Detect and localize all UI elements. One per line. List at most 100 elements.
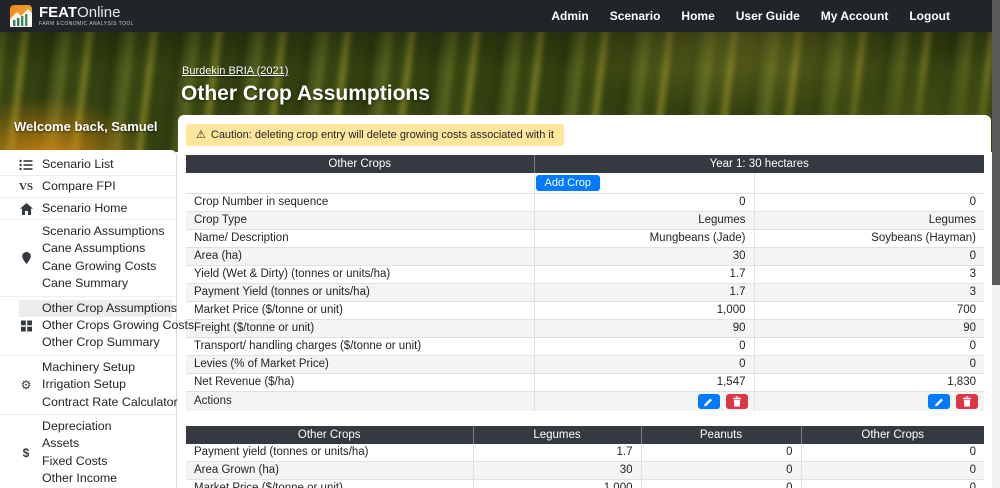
row-value: 700 xyxy=(754,302,984,320)
summary-header-other-crops: Other Crops xyxy=(186,426,473,444)
sidebar-item-depreciation[interactable]: Depreciation xyxy=(0,418,176,435)
app-logo[interactable]: FEATOnline FARM ECONOMIC ANALYSIS TOOL xyxy=(10,5,134,27)
table-row: Crop Number in sequence00 xyxy=(186,194,984,212)
row-label: Transport/ handling charges ($/tonne or … xyxy=(186,338,534,356)
row-label: Area (ha) xyxy=(186,248,534,266)
row-value: 0 xyxy=(534,338,754,356)
warning-icon: ⚠ xyxy=(196,129,206,141)
brand-title-light: Online xyxy=(77,4,120,21)
grid-icon xyxy=(17,320,35,331)
edit-crop-button[interactable] xyxy=(698,394,720,409)
breadcrumb[interactable]: Burdekin BRIA (2021) xyxy=(182,65,288,77)
row-value: 0 xyxy=(641,462,801,480)
row-value: 0 xyxy=(534,356,754,374)
trash-icon xyxy=(962,396,972,407)
row-label: Payment Yield (tonnes or units/ha) xyxy=(186,284,534,302)
table-row: Net Revenue ($/ha)1,5471,830 xyxy=(186,374,984,392)
add-crop-button[interactable]: Add Crop xyxy=(536,175,600,191)
nav-scenario[interactable]: Scenario xyxy=(610,9,661,23)
vertical-scrollbar xyxy=(992,0,1000,488)
trash-icon xyxy=(732,396,742,407)
sidebar-group-cane: Scenario Assumptions Cane Assumptions Ca… xyxy=(0,220,176,297)
sidebar: Scenario List VS Compare FPI Scenario Ho… xyxy=(0,150,177,488)
row-value: 1,000 xyxy=(473,480,641,488)
row-value: 0 xyxy=(641,444,801,462)
row-value: 30 xyxy=(534,248,754,266)
nav-user-guide[interactable]: User Guide xyxy=(736,9,800,23)
brand-title-bold: FEAT xyxy=(39,4,77,21)
row-value: 1,547 xyxy=(534,374,754,392)
sidebar-group-setup: ⚙ Machinery Setup Irrigation Setup Contr… xyxy=(0,356,176,415)
page-title: Other Crop Assumptions xyxy=(181,82,430,106)
add-crop-row: Add Crop xyxy=(186,173,984,194)
gear-icon: ⚙ xyxy=(17,379,35,391)
sidebar-item-scenario-home[interactable]: Scenario Home xyxy=(0,198,176,220)
row-value: 0 xyxy=(641,480,801,488)
row-value: 0 xyxy=(801,444,984,462)
table-row: Area Grown (ha)3000 xyxy=(186,462,984,480)
row-label: Name/ Description xyxy=(186,230,534,248)
row-value: 1.7 xyxy=(473,444,641,462)
table-row: Area (ha)300 xyxy=(186,248,984,266)
column-header-year1: Year 1: 30 hectares xyxy=(534,155,984,173)
row-label: Actions xyxy=(186,392,534,412)
table-row: Name/ DescriptionMungbeans (Jade)Soybean… xyxy=(186,230,984,248)
sidebar-item-cane-summary[interactable]: Cane Summary xyxy=(0,275,176,292)
sidebar-item-other-crop-assumptions[interactable]: Other Crop Assumptions xyxy=(19,300,172,317)
brand-text: FEATOnline FARM ECONOMIC ANALYSIS TOOL xyxy=(39,5,134,27)
top-nav: Admin Scenario Home User Guide My Accoun… xyxy=(551,9,950,23)
pencil-icon xyxy=(703,396,714,407)
row-label: Net Revenue ($/ha) xyxy=(186,374,534,392)
table-row: Yield (Wet & Dirty) (tonnes or units/ha)… xyxy=(186,266,984,284)
delete-crop-button[interactable] xyxy=(726,394,748,409)
summary-header-legumes: Legumes xyxy=(473,426,641,444)
row-label: Market Price ($/tonne or unit) xyxy=(186,480,473,488)
row-value: 90 xyxy=(534,320,754,338)
caution-text: Caution: deleting crop entry will delete… xyxy=(211,129,554,141)
sidebar-item-scenario-assumptions[interactable]: Scenario Assumptions xyxy=(0,223,176,240)
column-header-other-crops: Other Crops xyxy=(186,155,534,173)
sidebar-item-contract-rate-calculator[interactable]: Contract Rate Calculator xyxy=(0,394,176,411)
row-value: 90 xyxy=(754,320,984,338)
row-value: 0 xyxy=(754,338,984,356)
row-label: Yield (Wet & Dirty) (tonnes or units/ha) xyxy=(186,266,534,284)
row-value: 0 xyxy=(754,194,984,212)
table-row: Freight ($/tonne or unit)9090 xyxy=(186,320,984,338)
delete-crop-button[interactable] xyxy=(956,394,978,409)
row-value: 1,830 xyxy=(754,374,984,392)
row-value: 1.7 xyxy=(534,266,754,284)
nav-my-account[interactable]: My Account xyxy=(821,9,889,23)
edit-crop-button[interactable] xyxy=(928,394,950,409)
nav-home[interactable]: Home xyxy=(681,9,714,23)
welcome-message: Welcome back, Samuel xyxy=(14,119,158,134)
row-label: Area Grown (ha) xyxy=(186,462,473,480)
sidebar-item-machinery-setup[interactable]: Machinery Setup xyxy=(0,359,176,376)
row-value: Legumes xyxy=(534,212,754,230)
table-row: Crop TypeLegumesLegumes xyxy=(186,212,984,230)
sidebar-item-other-income[interactable]: Other Income xyxy=(0,470,176,487)
sidebar-item-scenario-list[interactable]: Scenario List xyxy=(0,154,176,176)
row-value: Soybeans (Hayman) xyxy=(754,230,984,248)
row-value: Legumes xyxy=(754,212,984,230)
other-crops-table: Other Crops Year 1: 30 hectares Add Crop… xyxy=(186,155,984,411)
nav-logout[interactable]: Logout xyxy=(909,9,950,23)
sidebar-item-compare-fpi[interactable]: VS Compare FPI xyxy=(0,176,176,198)
main-content-panel: ⚠ Caution: deleting crop entry will dele… xyxy=(178,115,991,488)
scrollbar-thumb[interactable] xyxy=(992,0,1000,285)
list-icon xyxy=(17,159,35,171)
row-label: Crop Number in sequence xyxy=(186,194,534,212)
row-value: Mungbeans (Jade) xyxy=(534,230,754,248)
sidebar-item-other-crop-summary[interactable]: Other Crop Summary xyxy=(0,334,176,351)
other-crops-summary-table: Other Crops Legumes Peanuts Other Crops … xyxy=(186,426,984,488)
sidebar-group-finance: $ Depreciation Assets Fixed Costs Other … xyxy=(0,415,176,488)
row-label: Payment yield (tonnes or units/ha) xyxy=(186,444,473,462)
dollar-icon: $ xyxy=(17,446,35,460)
row-value: 0 xyxy=(754,248,984,266)
row-label: Crop Type xyxy=(186,212,534,230)
row-value: 0 xyxy=(801,480,984,488)
actions-row: Actions xyxy=(186,392,984,412)
pencil-icon xyxy=(934,396,945,407)
table-row: Payment yield (tonnes or units/ha)1.700 xyxy=(186,444,984,462)
nav-admin[interactable]: Admin xyxy=(551,9,588,23)
row-value: 3 xyxy=(754,266,984,284)
